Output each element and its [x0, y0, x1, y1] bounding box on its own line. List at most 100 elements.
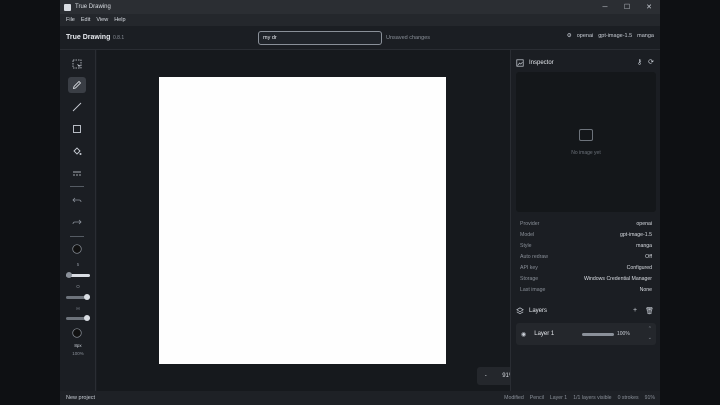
delete-layer-icon[interactable]: 🗑	[645, 307, 654, 315]
inspector-actions: ⚷ ⟳	[631, 58, 654, 66]
opacity-label: O	[76, 284, 80, 289]
menu-bar: File Edit View Help	[60, 14, 660, 26]
layer-order-controls: ⌃ ⌄	[648, 325, 652, 343]
paint-bucket-icon	[73, 147, 82, 155]
provider-label: openai	[576, 33, 594, 39]
image-placeholder-icon	[579, 129, 593, 141]
window-title: True Drawing	[75, 4, 111, 10]
select-tool[interactable]	[68, 56, 86, 72]
pencil-icon	[72, 80, 82, 90]
prop-row: Storage Windows Credential Manager	[520, 273, 652, 284]
title-bar: True Drawing ─ ☐ ✕	[60, 0, 660, 14]
status-zoom: 91%	[644, 395, 655, 401]
drawing-canvas[interactable]	[159, 77, 446, 364]
menu-view[interactable]: View	[96, 17, 108, 23]
close-icon[interactable]: ✕	[638, 0, 660, 14]
prop-key: Last image	[520, 286, 546, 293]
window-controls: ─ ☐ ✕	[594, 0, 660, 14]
brush-zoom-value: 100%	[72, 351, 84, 356]
model-label: gpt-image-1.5	[598, 33, 633, 39]
undo-icon	[72, 197, 82, 203]
status-layer: Layer 1	[549, 395, 568, 401]
inspector-header: Inspector ⚷ ⟳	[516, 55, 656, 71]
inspector-properties: Provider openai Model gpt-image-1.5 Style m…	[520, 218, 652, 295]
layer-name: Layer 1	[534, 331, 555, 337]
line-style-icon	[73, 171, 81, 176]
layer-opacity-value: 100%	[617, 331, 630, 337]
eye-icon[interactable]: ◉	[521, 331, 526, 338]
hardness-handle[interactable]	[84, 315, 90, 321]
brush-preview	[68, 325, 86, 341]
image-icon	[516, 59, 524, 67]
prop-key: API key	[520, 264, 538, 271]
layers-header: Layers + 🗑	[516, 304, 656, 318]
pencil-tool[interactable]	[68, 77, 86, 93]
style-label: manga	[637, 33, 654, 39]
maximize-icon[interactable]: ☐	[616, 0, 638, 14]
key-icon[interactable]: ⚷	[637, 58, 642, 66]
select-icon	[72, 59, 82, 69]
prop-value: openai	[636, 220, 652, 227]
prop-value: Windows Credential Manager	[583, 275, 652, 282]
undo-button[interactable]	[68, 192, 86, 208]
prop-row: Auto redraw Off	[520, 251, 652, 262]
app-window: True Drawing ─ ☐ ✕ File Edit View Help T…	[60, 0, 660, 405]
brush-preview-icon	[72, 328, 82, 338]
inspector-panel: Inspector ⚷ ⟳ No image yet Provider opena…	[510, 50, 660, 391]
redo-icon	[72, 219, 82, 225]
fill-tool[interactable]	[68, 143, 86, 159]
divider	[70, 236, 84, 237]
color-circle-icon	[72, 244, 82, 254]
menu-edit[interactable]: Edit	[81, 17, 90, 23]
add-layer-icon[interactable]: +	[633, 307, 637, 315]
status-tool: Pencil	[529, 395, 544, 401]
canvas-area[interactable]: - 91% +	[97, 50, 541, 391]
desktop-background-right	[660, 0, 720, 405]
layer-opacity-slider[interactable]	[582, 333, 614, 336]
minimize-icon[interactable]: ─	[594, 0, 616, 14]
move-down-icon[interactable]: ⌄	[648, 334, 652, 343]
gear-icon[interactable]: ⚙	[567, 33, 572, 39]
opacity-handle[interactable]	[84, 294, 90, 300]
brush-size-value: 8px	[74, 343, 82, 348]
zoom-out-button[interactable]: -	[485, 373, 487, 379]
layer-row[interactable]: ◉ Layer 1 100% ⌃ ⌄	[516, 323, 656, 345]
layers-icon	[516, 307, 524, 315]
prop-value: Off	[645, 253, 652, 260]
refresh-icon[interactable]: ⟳	[648, 58, 654, 66]
ai-config-summary[interactable]: ⚙ openai gpt-image-1.5 manga	[562, 33, 654, 39]
status-items: Modified Pencil Layer 1 1/1 layers visib…	[498, 395, 655, 401]
brush-size-handle[interactable]	[66, 272, 72, 278]
app-icon	[64, 3, 71, 11]
prop-value: Configured	[626, 264, 652, 271]
app-name: True Drawing	[66, 34, 111, 41]
prop-value: gpt-image-1.5	[619, 231, 652, 238]
line-tool[interactable]	[68, 99, 86, 115]
image-preview: No image yet	[516, 72, 656, 212]
stroke-style-tool[interactable]	[68, 165, 86, 181]
redo-button[interactable]	[68, 214, 86, 230]
divider	[70, 186, 84, 187]
prop-row: Style manga	[520, 240, 652, 251]
prop-key: Storage	[520, 275, 539, 282]
menu-help[interactable]: Help	[114, 17, 125, 23]
prop-row: API key Configured	[520, 262, 652, 273]
status-modified: Modified	[504, 395, 524, 401]
rectangle-tool[interactable]	[68, 121, 86, 137]
project-name-input[interactable]	[258, 31, 382, 45]
prop-key: Provider	[520, 220, 540, 227]
tool-palette: 5 O H 8px 100%	[60, 50, 96, 391]
app-header: True Drawing 0.8.1 Unsaved changes ⚙ ope…	[60, 26, 660, 50]
move-up-icon[interactable]: ⌃	[648, 325, 652, 334]
desktop-background-left	[0, 0, 60, 405]
prop-key: Model	[520, 231, 535, 238]
no-image-text: No image yet	[571, 150, 601, 156]
layers-title: Layers	[529, 308, 548, 314]
rectangle-icon	[73, 125, 81, 133]
inspector-title: Inspector	[529, 60, 554, 66]
color-swatch[interactable]	[68, 241, 86, 257]
line-icon	[72, 102, 82, 112]
prop-key: Style	[520, 242, 532, 249]
menu-file[interactable]: File	[66, 17, 75, 23]
prop-value: manga	[636, 242, 652, 249]
